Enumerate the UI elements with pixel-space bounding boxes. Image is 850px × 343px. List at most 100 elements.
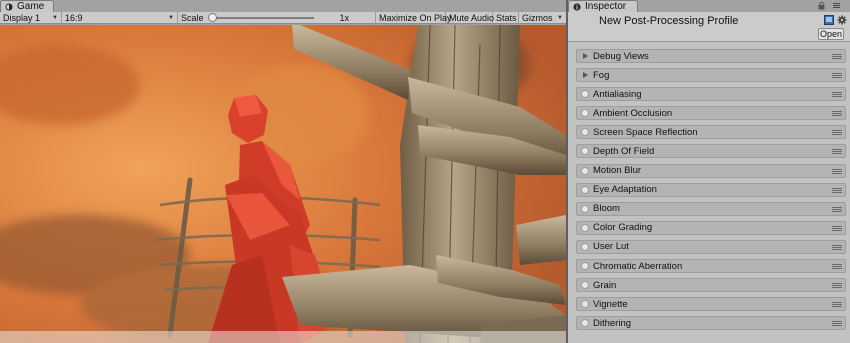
- effect-row-user-lut[interactable]: User Lut: [576, 239, 846, 254]
- inspector-tab-icon: [573, 2, 581, 11]
- effect-row-ambient-occlusion[interactable]: Ambient Occlusion: [576, 106, 846, 121]
- effect-label: Chromatic Aberration: [593, 260, 683, 272]
- effect-label: User Lut: [593, 241, 629, 253]
- foldout-toggle: [577, 53, 593, 59]
- effect-row-color-grading[interactable]: Color Grading: [576, 220, 846, 235]
- effect-label: Antialiasing: [593, 88, 642, 100]
- aspect-dropdown-label: 16:9: [65, 13, 83, 23]
- toggle-wrapper: [577, 109, 593, 118]
- toggle-wrapper: [577, 128, 593, 137]
- effect-label: Dithering: [593, 317, 632, 329]
- enable-toggle[interactable]: [581, 242, 589, 251]
- enable-toggle[interactable]: [581, 223, 589, 232]
- effect-options-icon[interactable]: [832, 110, 842, 117]
- mute-audio-label: Mute Audio: [449, 13, 495, 23]
- display-dropdown[interactable]: Display 1 ▼: [0, 12, 62, 24]
- effect-options-icon[interactable]: [832, 244, 842, 251]
- open-button[interactable]: Open: [818, 28, 844, 40]
- enable-toggle[interactable]: [581, 281, 589, 290]
- effect-options-icon[interactable]: [832, 72, 842, 79]
- effect-options-icon[interactable]: [832, 148, 842, 155]
- profile-asset-icon[interactable]: [824, 15, 834, 25]
- chevron-down-icon: ▼: [168, 15, 174, 21]
- enable-toggle[interactable]: [581, 147, 589, 156]
- effect-options-icon[interactable]: [832, 129, 842, 136]
- effect-row-fog[interactable]: Fog: [576, 68, 846, 83]
- effect-row-grain[interactable]: Grain: [576, 278, 846, 293]
- effect-row-dithering[interactable]: Dithering: [576, 316, 846, 331]
- tab-inspector-label: Inspector: [585, 1, 627, 12]
- stats-toggle[interactable]: Stats: [493, 12, 519, 24]
- effect-row-screen-space-reflection[interactable]: Screen Space Reflection: [576, 125, 846, 140]
- enable-toggle[interactable]: [581, 90, 589, 99]
- game-viewport[interactable]: [0, 25, 566, 343]
- effect-row-eye-adaptation[interactable]: Eye Adaptation: [576, 182, 846, 197]
- effect-row-antialiasing[interactable]: Antialiasing: [576, 87, 846, 102]
- enable-toggle[interactable]: [581, 166, 589, 175]
- toggle-wrapper: [577, 185, 593, 194]
- enable-toggle[interactable]: [581, 262, 589, 271]
- scale-slider[interactable]: [207, 13, 314, 23]
- tab-game-label: Game: [17, 1, 45, 12]
- effect-options-icon[interactable]: [832, 168, 842, 175]
- effect-options-icon[interactable]: [832, 225, 842, 232]
- mute-audio-toggle[interactable]: Mute Audio: [446, 12, 495, 24]
- toggle-wrapper: [577, 90, 593, 99]
- tab-inspector[interactable]: Inspector: [568, 0, 638, 12]
- enable-toggle[interactable]: [581, 319, 589, 328]
- enable-toggle[interactable]: [581, 185, 589, 194]
- effect-row-motion-blur[interactable]: Motion Blur: [576, 163, 846, 178]
- toggle-wrapper: [577, 300, 593, 309]
- effect-label: Ambient Occlusion: [593, 107, 673, 119]
- effect-options-icon[interactable]: [832, 53, 842, 60]
- effect-options-icon[interactable]: [832, 187, 842, 194]
- toggle-wrapper: [577, 204, 593, 213]
- effect-options-icon[interactable]: [832, 301, 842, 308]
- aspect-dropdown[interactable]: 16:9 ▼: [62, 12, 178, 24]
- inspector-tab-strip: Inspector: [568, 0, 850, 12]
- game-tab-icon: [5, 3, 13, 10]
- game-tab-strip: Game: [0, 0, 566, 12]
- effect-options-icon[interactable]: [832, 263, 842, 270]
- toggle-wrapper: [577, 319, 593, 328]
- lock-icon[interactable]: [817, 1, 826, 10]
- effect-options-icon[interactable]: [832, 206, 842, 213]
- maximize-on-play-label: Maximize On Play: [379, 13, 452, 23]
- toggle-wrapper: [577, 223, 593, 232]
- toggle-wrapper: [577, 242, 593, 251]
- effect-row-bloom[interactable]: Bloom: [576, 201, 846, 216]
- enable-toggle[interactable]: [581, 204, 589, 213]
- effect-label: Grain: [593, 279, 617, 291]
- enable-toggle[interactable]: [581, 300, 589, 309]
- toggle-wrapper: [577, 166, 593, 175]
- toggle-wrapper: [577, 281, 593, 290]
- gizmos-dropdown[interactable]: Gizmos ▼: [519, 12, 566, 24]
- effect-options-icon[interactable]: [832, 282, 842, 289]
- enable-toggle[interactable]: [581, 109, 589, 118]
- effect-options-icon[interactable]: [832, 320, 842, 327]
- open-button-label: Open: [819, 29, 843, 39]
- display-dropdown-label: Display 1: [3, 13, 41, 23]
- panel-menu-icon[interactable]: [832, 1, 841, 10]
- inspector-header: New Post-Processing Profile Open: [568, 12, 850, 42]
- effect-row-depth-of-field[interactable]: Depth Of Field: [576, 144, 846, 159]
- game-toolbar: Display 1 ▼ 16:9 ▼ Scale 1x Maximize On …: [0, 12, 566, 24]
- effect-label: Bloom: [593, 203, 620, 215]
- settings-gear-icon[interactable]: [837, 15, 847, 25]
- toggle-wrapper: [577, 147, 593, 156]
- stats-label: Stats: [496, 13, 517, 23]
- effect-options-icon[interactable]: [832, 91, 842, 98]
- scale-slider-thumb[interactable]: [207, 13, 217, 22]
- tab-game[interactable]: Game: [0, 0, 54, 12]
- foldout-arrow-icon[interactable]: [582, 72, 588, 79]
- maximize-on-play-toggle[interactable]: Maximize On Play: [376, 12, 452, 24]
- effect-row-chromatic-aberration[interactable]: Chromatic Aberration: [576, 259, 846, 274]
- gizmos-label: Gizmos: [522, 13, 553, 23]
- effect-row-vignette[interactable]: Vignette: [576, 297, 846, 312]
- toggle-wrapper: [577, 262, 593, 271]
- enable-toggle[interactable]: [581, 128, 589, 137]
- effect-label: Depth Of Field: [593, 145, 655, 157]
- foldout-arrow-icon[interactable]: [582, 53, 588, 59]
- effect-row-debug-views[interactable]: Debug Views: [576, 49, 846, 63]
- game-scene-render: [0, 25, 566, 343]
